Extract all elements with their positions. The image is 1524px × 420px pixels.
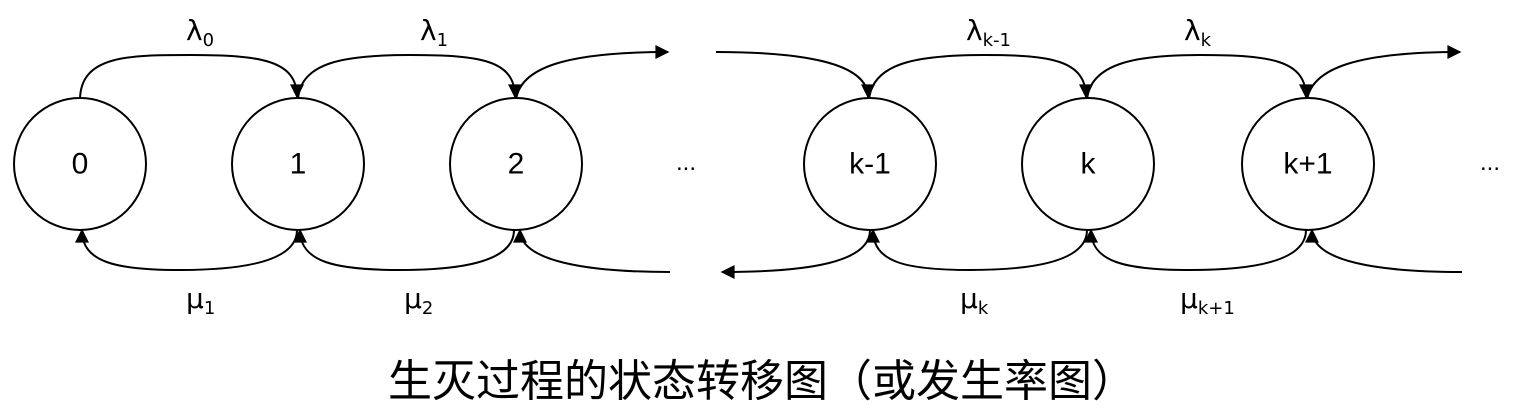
state-1-label: 1 [290, 148, 307, 181]
figure-caption: 生灭过程的状态转移图（或发生率图） [388, 356, 1136, 407]
mu-1-sub: 1 [204, 298, 215, 319]
lambda-1-symbol: λ [420, 14, 437, 47]
mu-k-label: μk [960, 282, 989, 319]
lambda-k-1-symbol: λ [966, 14, 983, 47]
mu-k+1-label: μk+1 [1180, 282, 1235, 319]
mu-2-label: μ2 [404, 282, 433, 319]
state-2-label: 2 [508, 148, 525, 181]
forward-edge-k-1-k [868, 53, 1093, 101]
backward-edge-k-1-out [720, 229, 871, 279]
mu-2-symbol: μ [404, 282, 422, 315]
lambda-k-1-label: λk-1 [966, 14, 1011, 51]
ellipsis-middle: ... [676, 149, 696, 176]
mu-k-symbol: μ [960, 282, 978, 315]
backward-edge-1-0 [75, 228, 298, 272]
lambda-0-label: λ0 [186, 14, 214, 51]
backward-edge-k-k-1 [866, 228, 1088, 272]
forward-edge-k+1-out [1306, 45, 1462, 101]
ellipsis-end: ... [1480, 149, 1500, 176]
mu-k+1-sub: k+1 [1198, 298, 1235, 319]
mu-k+1-symbol: μ [1180, 282, 1198, 315]
birth-death-diagram: 0 1 2 k-1 k k+1 ... ... λ0 λ1 λk-1 λk μ1… [13, 14, 1500, 319]
forward-edge-k-k+1 [1086, 53, 1313, 101]
lambda-k-1-sub: k-1 [983, 30, 1011, 51]
backward-edge-in-2 [513, 228, 671, 273]
forward-edge-in-k-1 [715, 51, 875, 99]
forward-edge-0-1 [79, 53, 304, 101]
mu-2-sub: 2 [422, 298, 433, 319]
state-k-label: k [1081, 148, 1097, 181]
forward-edge-2-out [515, 45, 670, 101]
lambda-k-symbol: λ [1184, 14, 1201, 47]
lambda-0-sub: 0 [203, 30, 214, 51]
state-k-1-label: k-1 [849, 148, 891, 181]
lambda-1-label: λ1 [420, 14, 448, 51]
backward-edge-k+1-k [1084, 228, 1307, 272]
lambda-0-symbol: λ [186, 14, 203, 47]
lambda-k-sub: k [1201, 30, 1212, 51]
backward-edge-in-k+1 [1305, 228, 1463, 273]
state-k+1-label: k+1 [1283, 148, 1332, 181]
lambda-k-label: λk [1184, 14, 1212, 51]
state-0-label: 0 [72, 148, 89, 181]
mu-k-sub: k [978, 298, 989, 319]
lambda-1-sub: 1 [437, 30, 448, 51]
mu-1-symbol: μ [186, 282, 204, 315]
backward-edge-2-1 [293, 228, 515, 272]
forward-edge-1-2 [297, 53, 522, 101]
mu-1-label: μ1 [186, 282, 215, 319]
